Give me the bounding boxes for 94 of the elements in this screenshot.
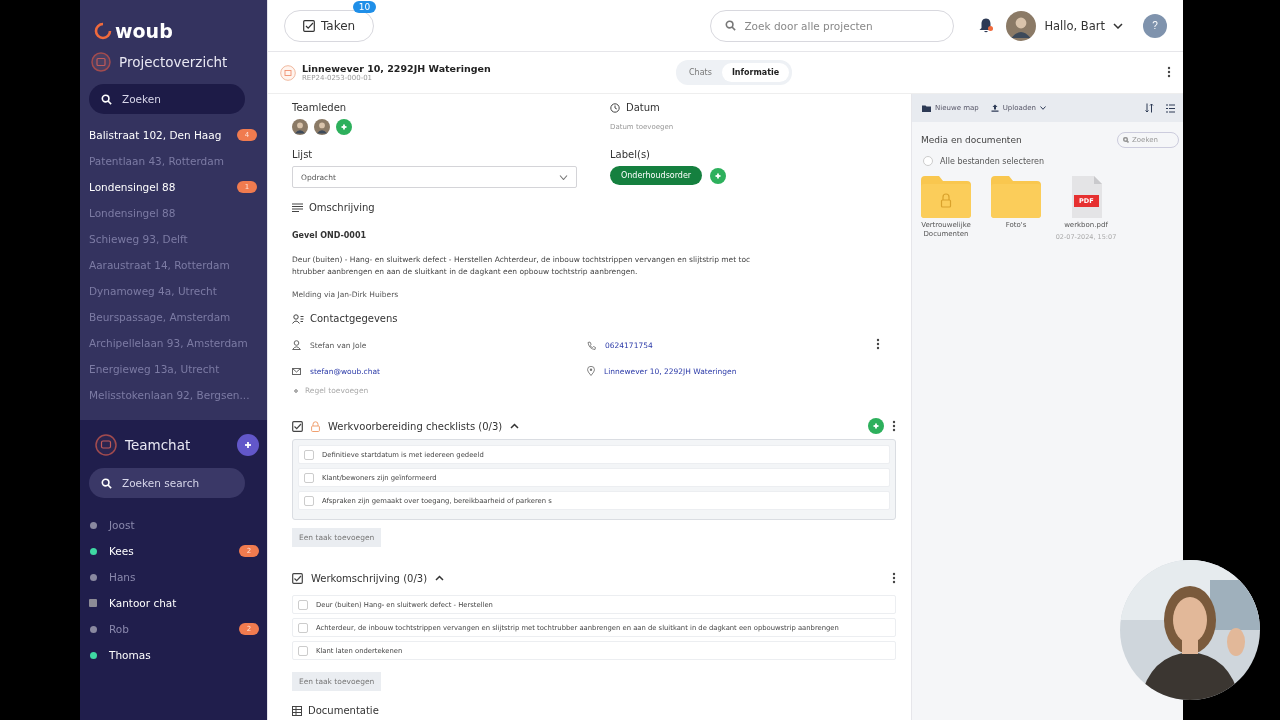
search-icon (725, 20, 737, 31)
section-heading: Documentatie (308, 705, 379, 716)
chevron-down-icon (1113, 22, 1123, 29)
caret-icon (1040, 106, 1046, 110)
table-icon (292, 705, 302, 716)
project-item[interactable]: Schieweg 93, Delft (89, 233, 188, 245)
project-item[interactable]: Archipellelaan 93, Amsterdam (89, 337, 248, 349)
checkbox[interactable] (304, 495, 314, 506)
sort-icon (1145, 103, 1154, 113)
checkbox[interactable] (304, 472, 314, 483)
checklist-icon (292, 420, 303, 432)
user-greeting[interactable]: Hallo, Bart (1044, 18, 1105, 33)
project-item[interactable]: Beurspassage, Amsterdam (89, 311, 231, 323)
logo-icon (94, 22, 112, 40)
chevron-up-icon[interactable] (510, 423, 520, 429)
project-item[interactable]: Patentlaan 43, Rotterdam (89, 155, 224, 167)
radio-button[interactable] (923, 156, 933, 166)
section-title: Teamchat (125, 437, 191, 453)
add-chat-button[interactable] (237, 434, 259, 456)
description-title: Gevel OND-0001 (292, 231, 368, 240)
label-tag: Onderhoudsorder (610, 166, 703, 185)
add-item-button[interactable] (868, 418, 884, 434)
notification-bell-icon[interactable] (978, 17, 995, 34)
checkbox[interactable] (304, 449, 314, 460)
plus-icon (292, 386, 300, 395)
chat-contact[interactable]: Joost (109, 519, 259, 531)
field-label: Lijst (292, 149, 314, 160)
person-icon (292, 340, 301, 350)
contact-card-icon (292, 313, 304, 324)
checkbox[interactable] (298, 599, 308, 610)
logo-text: woub (115, 20, 173, 42)
phone-icon (587, 340, 596, 350)
folder-icon (922, 104, 931, 112)
search-icon (101, 477, 112, 489)
plus-icon (242, 439, 254, 451)
section-heading: Omschrijving (309, 202, 375, 213)
tab[interactable]: Informatie (721, 63, 790, 82)
lock-icon (311, 420, 320, 432)
avatar-icon (1006, 10, 1037, 41)
projects-icon (91, 52, 111, 72)
chevron-up-icon[interactable] (435, 575, 445, 581)
checklist-title: Werkvoorbereiding checklists (0/3) (328, 420, 503, 432)
project-item[interactable]: Londensingel 88 (89, 181, 176, 193)
add-member-button[interactable] (336, 119, 352, 135)
panel-title: Media en documenten (921, 135, 1022, 145)
project-item[interactable]: Dynamoweg 4a, Utrecht (89, 285, 217, 297)
search-icon (101, 93, 112, 105)
project-item[interactable]: Melisstokenlaan 92, Bergsen... (89, 389, 250, 401)
select-all-label: Alle bestanden selecteren (940, 156, 1045, 166)
search-field[interactable]: Zoeken (89, 84, 245, 114)
tab[interactable]: Chats (679, 63, 722, 82)
avatar-icon (314, 119, 330, 135)
checkbox[interactable] (298, 622, 308, 633)
plus-icon (339, 122, 349, 132)
project-item[interactable]: Energieweg 13a, Utrecht (89, 363, 220, 375)
tasks-button[interactable]: Taken (284, 9, 375, 42)
count-badge: 10 (352, 0, 377, 13)
search-field[interactable]: Zoeken search (89, 468, 245, 498)
section-title: Projectoverzicht (119, 54, 228, 70)
chevron-down-icon (559, 174, 568, 180)
plus-icon (871, 421, 881, 431)
chat-contact[interactable]: Kees (109, 545, 227, 557)
project-item[interactable]: Balistraat 102, Den Haag (89, 129, 222, 141)
field-label: Datum (626, 102, 660, 113)
field-label: Label(s) (610, 149, 651, 160)
checklist-title: Werkomschrijving (0/3) (311, 572, 428, 584)
mail-icon (292, 367, 301, 375)
chat-contact[interactable]: Rob (109, 623, 227, 635)
list-view-icon (1166, 103, 1175, 113)
project-item[interactable]: Londensingel 88 (89, 207, 176, 219)
checklist-icon (292, 572, 303, 584)
more-icon (892, 420, 896, 432)
field-label: Teamleden (292, 102, 348, 113)
more-icon (892, 572, 896, 584)
project-item[interactable]: Aaraustraat 14, Rotterdam (89, 259, 230, 271)
checklist-icon (303, 19, 315, 32)
project-title: Linnewever 10, 2292JH Wateringen (302, 63, 491, 74)
search-icon (1123, 137, 1129, 143)
project-icon (280, 64, 296, 81)
chat-contact[interactable]: Kantoor chat (109, 597, 259, 609)
description-icon (292, 203, 303, 212)
upload-icon (990, 104, 999, 112)
chat-icon (95, 434, 117, 456)
chat-contact[interactable]: Thomas (109, 649, 259, 661)
checkbox[interactable] (298, 645, 308, 656)
chat-contact[interactable]: Hans (109, 571, 259, 583)
more-icon (876, 338, 880, 350)
more-icon (1167, 66, 1171, 78)
location-pin-icon (587, 366, 595, 376)
clock-icon (610, 102, 620, 113)
avatar-icon (292, 119, 308, 135)
help-button[interactable]: ? (1143, 13, 1167, 38)
section-heading: Contactgegevens (310, 313, 398, 324)
add-label-button[interactable] (710, 167, 727, 184)
